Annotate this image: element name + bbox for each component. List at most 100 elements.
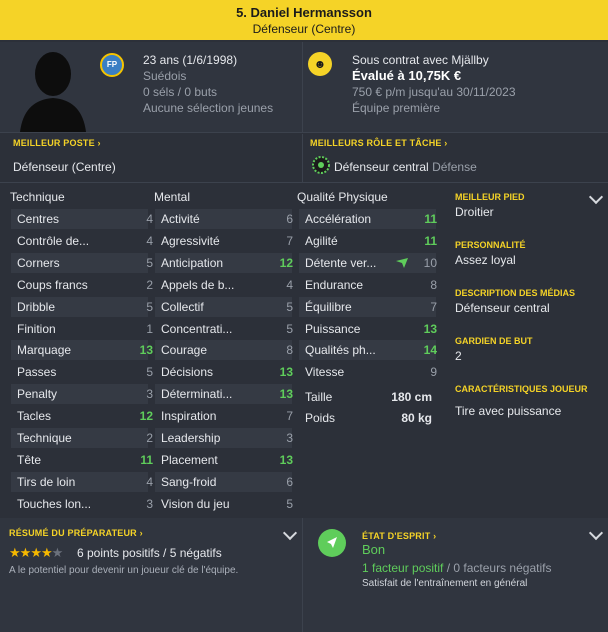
attribute-row[interactable]: Qualités ph... 14 [299, 340, 437, 361]
attribute-row[interactable]: Accélération 11 [299, 209, 437, 229]
technique-heading: Technique [10, 190, 65, 204]
personality-label: PERSONNALITÉ [455, 240, 526, 250]
attribute-row[interactable]: Appels de b... 4 [155, 275, 293, 295]
attribute-value: 11 [424, 233, 437, 248]
star-icon: ★ [19, 545, 32, 560]
mindset-label[interactable]: ÉTAT D'ESPRIT › [362, 531, 436, 541]
player-position: Défenseur (Centre) [252, 22, 356, 36]
role-pitch-icon [312, 156, 330, 174]
chevron-down-icon[interactable] [588, 189, 604, 205]
divider [0, 132, 608, 133]
attribute-row[interactable]: Endurance 8 [299, 275, 437, 295]
media-description-value: Défenseur central [455, 301, 550, 315]
weight-value: 80 kg [401, 411, 432, 425]
attribute-row[interactable]: Puissance 13 [299, 319, 437, 339]
nationality-flag-icon: FP [100, 53, 124, 77]
divider [302, 42, 303, 132]
attribute-row[interactable]: Penalty 3 [11, 384, 153, 405]
attribute-row[interactable]: Équilibre 7 [299, 296, 437, 317]
attribute-value: 12 [279, 255, 293, 270]
attribute-row[interactable]: Agressivité 7 [155, 231, 293, 251]
attribute-name: Corners [17, 255, 60, 270]
role-duty: Défense [432, 160, 477, 174]
attribute-value: 13 [279, 387, 293, 402]
player-silhouette-icon [20, 52, 86, 132]
best-role-label[interactable]: MEILLEURS RÔLE ET TÂCHE › [310, 138, 448, 148]
attribute-value: 5 [286, 496, 293, 511]
attribute-value: 8 [286, 343, 293, 358]
attribute-name: Tacles [17, 409, 52, 424]
best-foot-label: MEILLEUR PIED [455, 192, 525, 202]
attribute-row[interactable]: Déterminati... 13 [155, 384, 293, 405]
attribute-row[interactable]: Sang-froid 6 [155, 471, 293, 492]
player-value: Évalué à 10,75K € [352, 68, 462, 83]
attribute-value: 14 [423, 343, 437, 358]
positive-factors[interactable]: 1 facteur positif [362, 561, 443, 575]
attribute-row[interactable]: Agilité 11 [299, 231, 437, 251]
attribute-row[interactable]: Tacles 12 [11, 406, 153, 426]
attribute-value: 11 [140, 452, 153, 467]
attribute-row[interactable]: Courage 8 [155, 340, 293, 361]
star-icon: ★ [9, 545, 21, 560]
attribute-name: Centres [17, 212, 60, 226]
attribute-row[interactable]: Dribble 5 [11, 296, 153, 317]
attribute-row[interactable]: Vitesse 9 [299, 362, 437, 382]
attribute-row[interactable]: Tête 11 [11, 450, 153, 470]
attribute-name: Vision du jeu [161, 496, 230, 511]
attribute-row[interactable]: Activité 6 [155, 209, 293, 229]
attribute-row[interactable]: Placement 13 [155, 450, 293, 470]
attribute-value: 4 [286, 277, 293, 292]
attribute-row[interactable]: Tirs de loin 4 [11, 471, 153, 492]
attribute-row[interactable]: Centres 4 [11, 209, 153, 229]
attribute-name: Dribble [17, 299, 56, 314]
attribute-value: 13 [139, 343, 153, 358]
contract-club[interactable]: Sous contrat avec Mjällby [352, 52, 516, 68]
attribute-name: Puissance [305, 321, 361, 336]
attribute-name: Inspiration [161, 409, 217, 424]
attribute-name: Décisions [161, 365, 214, 380]
negative-factors[interactable]: 0 facteurs négatifs [453, 561, 551, 575]
role-name: Défenseur central [334, 160, 429, 174]
attribute-row[interactable]: Passes 5 [11, 362, 153, 382]
attribute-value: 13 [423, 321, 437, 336]
club-badge-icon[interactable]: ☻ [308, 52, 332, 76]
best-foot-value: Droitier [455, 205, 494, 219]
attribute-row[interactable]: Concentrati... 5 [155, 319, 293, 339]
coach-potential: A le potentiel pour devenir un joueur cl… [9, 565, 239, 576]
attribute-row[interactable]: Marquage 13 [11, 340, 153, 361]
attribute-value: 3 [286, 431, 293, 445]
attribute-value: 2 [146, 431, 153, 445]
player-nationality[interactable]: Suédois [143, 68, 273, 84]
best-position-value: Défenseur (Centre) [13, 160, 116, 174]
attribute-row[interactable]: Touches lon... 3 [11, 494, 153, 514]
coach-report-label[interactable]: RÉSUMÉ DU PRÉPARATEUR › [9, 528, 143, 538]
attribute-row[interactable]: Corners 5 [11, 252, 153, 273]
player-youth-caps: Aucune sélection jeunes [143, 101, 274, 115]
attribute-value: 7 [286, 233, 293, 248]
attribute-row[interactable]: Finition 1 [11, 319, 153, 339]
media-description-label: DESCRIPTION DES MÉDIAS [455, 288, 576, 298]
attribute-row[interactable]: Contrôle de... 4 [11, 231, 153, 251]
best-position-label[interactable]: MEILLEUR POSTE › [13, 138, 101, 148]
attribute-row[interactable]: Technique 2 [11, 428, 153, 448]
attribute-row[interactable]: Vision du jeu 5 [155, 494, 293, 514]
attribute-row[interactable]: Inspiration 7 [155, 406, 293, 426]
attribute-value: 7 [430, 299, 437, 314]
attribute-value: 6 [286, 474, 293, 489]
progress-arrow-icon [396, 257, 408, 268]
attribute-name: Accélération [305, 212, 372, 226]
attribute-row[interactable]: Décisions 13 [155, 362, 293, 382]
attribute-name: Courage [161, 343, 208, 358]
attribute-row[interactable]: Anticipation 12 [155, 252, 293, 273]
attribute-value: 4 [146, 212, 153, 226]
contract-details: Sous contrat avec Mjällby Évalué à 10,75… [352, 52, 516, 116]
squad-status: Équipe première [352, 101, 441, 115]
attribute-row[interactable]: Coups francs 2 [11, 275, 153, 295]
attribute-value: 5 [286, 321, 293, 336]
attribute-value: 1 [146, 321, 153, 336]
attribute-row[interactable]: Détente ver... 10 [299, 252, 437, 273]
attribute-row[interactable]: Leadership 3 [155, 428, 293, 448]
attribute-row[interactable]: Collectif 5 [155, 296, 293, 317]
contract-wage: 750 € p/m jusqu'au 30/11/2023 [352, 85, 516, 99]
player-age: 23 ans (1/6/1998) [143, 53, 238, 67]
